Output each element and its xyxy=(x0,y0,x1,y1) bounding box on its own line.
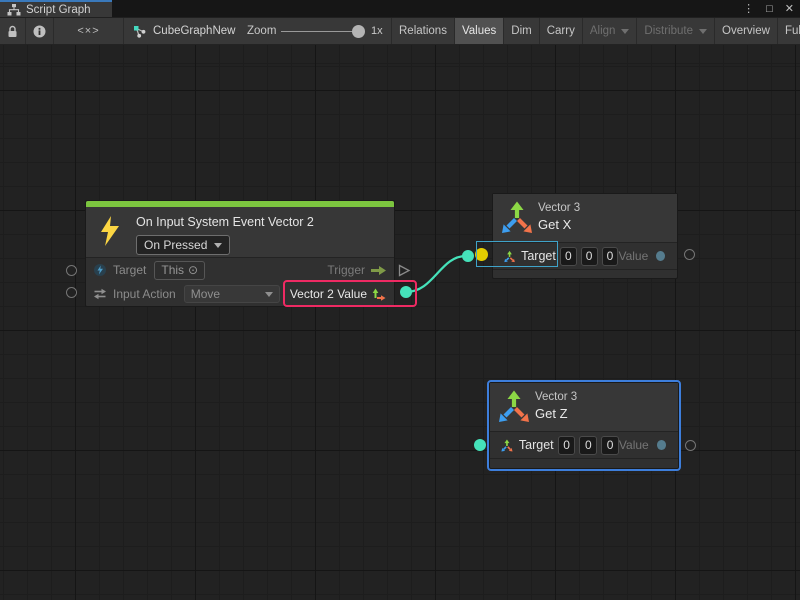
node-category: Vector 3 xyxy=(535,391,577,403)
x-value-field[interactable]: 0 xyxy=(558,436,576,455)
target-label: Target xyxy=(519,438,554,452)
wire-end-dot xyxy=(462,250,474,262)
vector3-icon xyxy=(497,390,531,423)
zoom-label: Zoom xyxy=(247,25,276,37)
close-icon[interactable]: ✕ xyxy=(785,2,794,15)
value-output-label: Value xyxy=(618,249,648,263)
get-z-target-row: Target 0 0 0 Value xyxy=(490,432,678,458)
target-object-value: This xyxy=(161,263,184,277)
chevron-down-icon xyxy=(265,292,273,297)
connection-wire-layer xyxy=(0,45,800,600)
distribute-dropdown[interactable]: Distribute xyxy=(636,18,714,44)
event-mode-value: On Pressed xyxy=(144,238,207,252)
node-title: Get Z xyxy=(535,406,568,421)
object-picker-icon: ⊙ xyxy=(188,263,198,277)
info-icon xyxy=(33,25,46,38)
hierarchy-icon xyxy=(7,4,21,16)
get-x-value-external-port[interactable] xyxy=(684,249,695,260)
align-dropdown[interactable]: Align xyxy=(582,18,637,44)
tab-script-graph[interactable]: Script Graph xyxy=(0,0,112,17)
more-menu-icon[interactable]: ⋮ xyxy=(743,2,754,15)
x-value-field[interactable]: 0 xyxy=(560,247,577,266)
window-titlebar: Script Graph ⋮ □ ✕ xyxy=(0,0,800,17)
input-action-dropdown[interactable]: Move xyxy=(184,285,280,303)
y-value-field[interactable]: 0 xyxy=(579,436,597,455)
lightning-icon xyxy=(99,216,121,246)
dim-button[interactable]: Dim xyxy=(503,18,538,44)
event-mode-dropdown[interactable]: On Pressed xyxy=(136,235,230,255)
get-x-header: Vector 3 Get X xyxy=(493,194,677,243)
node-category: Vector 3 xyxy=(538,202,580,214)
graph-canvas[interactable]: On Input System Event Vector 2 On Presse… xyxy=(0,45,800,600)
target-label: Target xyxy=(113,263,146,277)
blue-highlight-box xyxy=(476,241,558,267)
carry-button[interactable]: Carry xyxy=(539,18,582,44)
relations-button[interactable]: Relations xyxy=(391,18,454,44)
zoom-value: 1x xyxy=(371,25,383,37)
graph-name-label: CubeGraphNew xyxy=(153,25,235,37)
trigger-output-port[interactable] xyxy=(397,263,411,278)
graph-icon xyxy=(132,24,147,38)
trigger-label: Trigger xyxy=(327,263,365,277)
fullscreen-button[interactable]: Full Screen xyxy=(777,18,800,44)
lock-icon xyxy=(7,25,18,38)
vector3-small-icon xyxy=(500,438,514,453)
graph-toolbar: <×> CubeGraphNew Zoom 1x Relations Value… xyxy=(0,17,800,45)
info-button[interactable] xyxy=(26,18,54,44)
get-x-footer xyxy=(493,269,677,280)
maximize-icon[interactable]: □ xyxy=(766,3,773,15)
event-node-title: On Input System Event Vector 2 xyxy=(136,215,314,229)
input-action-value: Move xyxy=(191,287,220,301)
graph-breadcrumb[interactable]: CubeGraphNew xyxy=(132,18,235,44)
get-z-footer xyxy=(490,458,678,469)
input-action-label: Input Action xyxy=(113,287,176,301)
node-get-z[interactable]: Vector 3 Get Z Target 0 0 0 Value xyxy=(489,382,679,469)
value-output-port[interactable] xyxy=(657,440,666,450)
target-port-icon xyxy=(93,263,107,277)
get-z-target-input-port[interactable] xyxy=(474,439,486,451)
code-icon: <×> xyxy=(77,25,99,37)
get-z-header: Vector 3 Get Z xyxy=(490,383,678,432)
value-output-label: Value xyxy=(619,438,649,452)
lock-button[interactable] xyxy=(0,18,26,44)
overview-button[interactable]: Overview xyxy=(714,18,777,44)
event-node-header: On Input System Event Vector 2 On Presse… xyxy=(86,207,394,257)
chevron-down-icon xyxy=(214,243,222,248)
toolbar-button-group: Relations Values Dim Carry Align Distrib… xyxy=(391,18,800,44)
event-action-input-port[interactable] xyxy=(66,287,77,298)
z-value-field[interactable]: 0 xyxy=(601,436,619,455)
red-highlight-box xyxy=(283,280,417,307)
target-row: Target This ⊙ Trigger xyxy=(86,258,394,282)
event-target-input-port[interactable] xyxy=(66,265,77,276)
values-button[interactable]: Values xyxy=(454,18,503,44)
tab-label: Script Graph xyxy=(26,4,91,16)
input-action-icon xyxy=(93,288,107,300)
zoom-slider-track[interactable] xyxy=(281,31,361,32)
zoom-slider-handle[interactable] xyxy=(352,25,365,38)
target-object-field[interactable]: This ⊙ xyxy=(154,261,205,280)
z-value-field[interactable]: 0 xyxy=(602,247,619,266)
value-output-port[interactable] xyxy=(656,251,665,261)
code-view-button[interactable]: <×> xyxy=(54,18,124,44)
get-z-value-external-port[interactable] xyxy=(685,440,696,451)
y-value-field[interactable]: 0 xyxy=(581,247,598,266)
node-title: Get X xyxy=(538,217,571,232)
vector3-icon xyxy=(500,201,534,234)
trigger-arrow-icon xyxy=(370,265,387,276)
